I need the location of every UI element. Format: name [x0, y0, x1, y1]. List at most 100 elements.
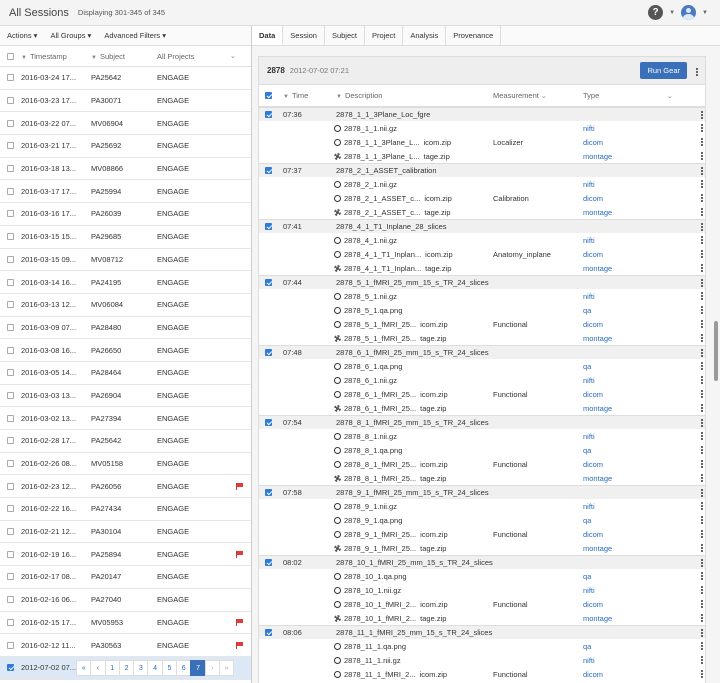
chevron-down-icon[interactable]: ▼: [669, 10, 675, 16]
session-row[interactable]: 2016-03-22 07... MV06904 ENGAGE: [0, 112, 251, 136]
more-icon[interactable]: [701, 389, 704, 399]
more-icon[interactable]: [701, 207, 704, 217]
acquisition-checkbox[interactable]: [265, 629, 272, 636]
row-checkbox[interactable]: [7, 618, 14, 626]
file-type[interactable]: montage: [583, 614, 612, 623]
file-row[interactable]: 2878_8_1_fMRI_25... tage.zip montage: [259, 471, 705, 485]
tab-provenance[interactable]: Provenance: [446, 26, 502, 45]
file-row[interactable]: 2878_10_1_fMRI_2... icom.zip Functional dic…: [259, 597, 705, 611]
page-5[interactable]: 5: [161, 660, 178, 676]
session-row[interactable]: 2016-03-21 17... PA25692 ENGAGE: [0, 135, 251, 158]
file-row[interactable]: 2878_4_1_T1_Inplan... tage.zip montage: [259, 261, 705, 275]
file-type[interactable]: dicom: [583, 600, 603, 609]
more-icon[interactable]: [701, 110, 704, 120]
file-row[interactable]: 2878_8_1_fMRI_25... icom.zip Functional dic…: [259, 457, 705, 471]
file-row[interactable]: 2878_1_1_3Plane_L... tage.zip montage: [259, 149, 705, 163]
file-name[interactable]: 2878_5_1_fMRI_25... icom.zip: [334, 320, 448, 329]
file-row[interactable]: 2878_9_1_fMRI_25... tage.zip montage: [259, 541, 705, 555]
session-row[interactable]: 2016-03-14 16... PA24195 ENGAGE: [0, 271, 251, 294]
file-name[interactable]: 2878_9_1.nii.gz: [334, 502, 397, 511]
description-header[interactable]: ▼ Description: [336, 91, 382, 100]
page-3[interactable]: 3: [133, 660, 149, 676]
more-icon[interactable]: [701, 628, 704, 638]
file-name[interactable]: 2878_9_1.qa.png: [334, 516, 402, 525]
more-icon[interactable]: [701, 543, 704, 553]
session-row[interactable]: 2016-02-21 12... PA30104 ENGAGE: [0, 521, 251, 544]
row-checkbox[interactable]: [7, 369, 14, 377]
time-header[interactable]: ▼ Time: [283, 91, 308, 100]
more-icon[interactable]: [701, 445, 704, 455]
more-icon[interactable]: [701, 319, 704, 329]
file-name[interactable]: 2878_10_1.nii.gz: [334, 586, 401, 595]
row-checkbox[interactable]: [7, 165, 14, 173]
file-name[interactable]: 2878_6_1_fMRI_25... icom.zip: [334, 390, 448, 399]
acquisition-row[interactable]: 07:37 2878_2_1_ASSET_calibration: [259, 163, 705, 177]
page-2[interactable]: 2: [118, 660, 135, 676]
file-type[interactable]: qa: [583, 362, 591, 371]
more-icon[interactable]: [701, 641, 704, 651]
more-icon[interactable]: [701, 571, 704, 581]
session-row[interactable]: 2016-03-05 14... PA28464 ENGAGE: [0, 362, 251, 385]
file-type[interactable]: qa: [583, 516, 591, 525]
more-icon[interactable]: [701, 249, 704, 259]
more-icon[interactable]: [701, 375, 704, 385]
timestamp-header[interactable]: ▼ Timestamp: [21, 52, 67, 61]
more-icon[interactable]: [701, 558, 704, 568]
file-row[interactable]: 2878_5_1_fMRI_25... tage.zip montage: [259, 331, 705, 345]
more-icon[interactable]: [701, 263, 704, 273]
session-row[interactable]: 2016-03-17 17... PA25994 ENGAGE: [0, 180, 251, 204]
session-row[interactable]: 2016-03-24 17... PA25642 ENGAGE: [0, 67, 251, 90]
file-name[interactable]: 2878_6_1.nii.gz: [334, 376, 397, 385]
row-checkbox[interactable]: [7, 641, 14, 649]
acquisition-checkbox[interactable]: [265, 419, 272, 426]
file-row[interactable]: 2878_9_1.qa.png qa: [259, 513, 705, 527]
acquisition-row[interactable]: 08:02 2878_10_1_fMRI_25_mm_15_s_TR_24_sli…: [259, 555, 705, 569]
file-type[interactable]: dicom: [583, 390, 603, 399]
file-type[interactable]: montage: [583, 404, 612, 413]
row-checkbox[interactable]: [7, 97, 14, 105]
file-row[interactable]: 2878_6_1_fMRI_25... icom.zip Functional dic…: [259, 387, 705, 401]
session-row[interactable]: 2016-02-12 11... PA30563 ENGAGE: [0, 634, 251, 657]
file-row[interactable]: 2878_5_1_fMRI_25... icom.zip Functional dic…: [259, 317, 705, 331]
file-type[interactable]: nifti: [583, 180, 595, 189]
file-name[interactable]: 2878_8_1.nii.gz: [334, 432, 397, 441]
file-type[interactable]: montage: [583, 474, 612, 483]
file-name[interactable]: 2878_10_1.qa.png: [334, 572, 407, 581]
tab-session[interactable]: Session: [283, 26, 325, 45]
acquisition-row[interactable]: 07:44 2878_5_1_fMRI_25_mm_15_s_TR_24_slic…: [259, 275, 705, 289]
more-icon[interactable]: [701, 529, 704, 539]
scrollbar[interactable]: [714, 321, 718, 381]
file-type[interactable]: dicom: [583, 194, 603, 203]
file-name[interactable]: 2878_1_1_3Plane_L... icom.zip: [334, 138, 451, 147]
file-type[interactable]: qa: [583, 642, 591, 651]
session-row[interactable]: 2016-03-15 09... MV08712 ENGAGE: [0, 249, 251, 272]
file-row[interactable]: 2878_11_1.qa.png qa: [259, 639, 705, 653]
acquisition-checkbox[interactable]: [265, 111, 272, 118]
file-row[interactable]: 2878_4_1_T1_Inplan... icom.zip Anatomy_inp…: [259, 247, 705, 261]
session-row[interactable]: 2016-03-03 13... PA26904 ENGAGE: [0, 385, 251, 408]
more-icon[interactable]: [701, 137, 704, 147]
more-icon[interactable]: [701, 515, 704, 525]
file-row[interactable]: 2878_10_1_fMRI_2... tage.zip montage: [259, 611, 705, 625]
row-checkbox[interactable]: [7, 391, 14, 399]
file-row[interactable]: 2878_11_1_fMRI_2... icom.zip Functional dic…: [259, 667, 705, 681]
run-gear-button[interactable]: Run Gear: [640, 62, 687, 79]
file-type[interactable]: nifti: [583, 376, 595, 385]
session-row[interactable]: 2016-03-15 15... PA29685 ENGAGE: [0, 226, 251, 249]
more-icon[interactable]: [701, 123, 704, 133]
more-icon[interactable]: [701, 585, 704, 595]
row-checkbox[interactable]: [7, 301, 14, 309]
file-name[interactable]: 2878_5_1_fMRI_25... tage.zip: [334, 334, 446, 343]
file-type[interactable]: montage: [583, 334, 612, 343]
more-icon[interactable]: [701, 418, 704, 428]
file-type[interactable]: nifti: [583, 656, 595, 665]
chevron-down-icon[interactable]: ⌄: [667, 92, 673, 100]
acquisition-checkbox[interactable]: [265, 559, 272, 566]
file-row[interactable]: 2878_10_1.nii.gz nifti: [259, 583, 705, 597]
page-1[interactable]: 1: [104, 660, 120, 676]
type-filter[interactable]: Type: [583, 91, 599, 100]
row-checkbox[interactable]: [7, 664, 14, 672]
file-row[interactable]: 2878_2_1_ASSET_c... tage.zip montage: [259, 205, 705, 219]
file-row[interactable]: 2878_10_1.qa.png qa: [259, 569, 705, 583]
page-nav[interactable]: »: [218, 660, 235, 676]
